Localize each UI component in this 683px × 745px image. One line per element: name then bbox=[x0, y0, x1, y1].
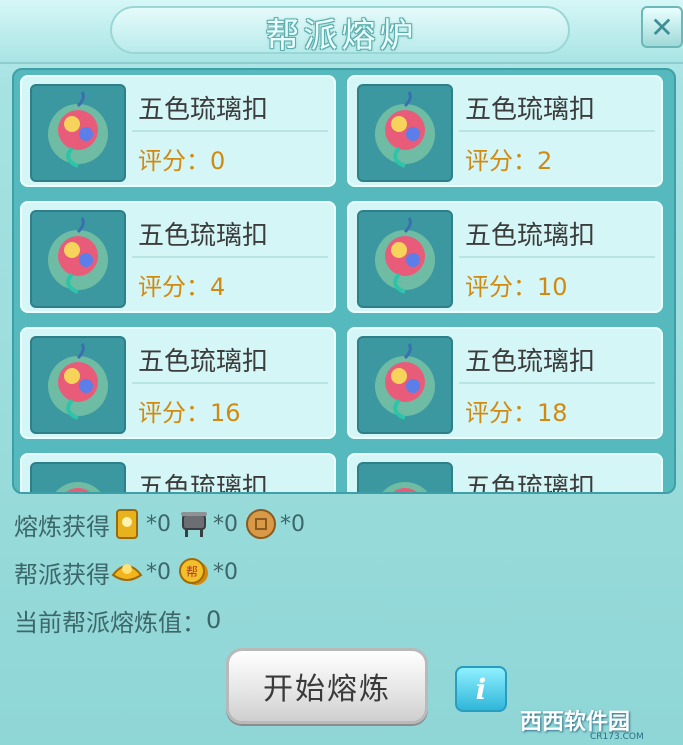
score-value: 4 bbox=[210, 273, 226, 301]
item-name: 五色琉璃扣 bbox=[138, 221, 269, 251]
token-icon bbox=[116, 509, 138, 539]
score-label: 评分： bbox=[138, 147, 210, 175]
reward-guild-coin: 帮 *0 bbox=[177, 555, 238, 589]
glass-charm-icon bbox=[30, 210, 126, 308]
score-label: 评分： bbox=[465, 399, 537, 427]
current-value: 0 bbox=[206, 606, 222, 634]
divider bbox=[459, 256, 655, 258]
item-score: 评分：18 bbox=[465, 393, 568, 428]
item-score: 评分：0 bbox=[138, 141, 225, 176]
reward-cauldron: *0 bbox=[177, 507, 238, 541]
list-item[interactable]: 五色琉璃扣 评分：0 bbox=[20, 75, 336, 187]
watermark-sub: CR173.COM bbox=[590, 732, 644, 742]
score-label: 评分： bbox=[138, 399, 210, 427]
reward-token: *0 bbox=[110, 507, 171, 541]
item-score: 评分：10 bbox=[465, 267, 568, 302]
gold-ingot-icon bbox=[111, 564, 143, 581]
score-value: 18 bbox=[537, 399, 568, 427]
current-smelt-value-row: 当前帮派熔炼值： 0 bbox=[14, 600, 221, 640]
score-label: 评分： bbox=[465, 147, 537, 175]
item-score: 评分：2 bbox=[465, 141, 552, 176]
glass-charm-icon bbox=[30, 462, 126, 492]
reward-qty: *0 bbox=[213, 559, 238, 585]
item-name: 五色琉璃扣 bbox=[138, 473, 269, 494]
svg-text:帮: 帮 bbox=[186, 565, 198, 579]
score-label: 评分： bbox=[465, 273, 537, 301]
item-name: 五色琉璃扣 bbox=[138, 95, 269, 125]
list-item[interactable]: 五色琉璃扣 评分：16 bbox=[20, 327, 336, 439]
glass-charm-icon bbox=[30, 84, 126, 182]
close-button[interactable]: ✕ bbox=[641, 6, 683, 48]
guild-rewards-row: 帮派获得 *0 帮 *0 bbox=[14, 552, 244, 592]
score-value: 0 bbox=[210, 147, 226, 175]
reward-qty: *0 bbox=[213, 511, 238, 537]
current-value-label: 当前帮派熔炼值： bbox=[14, 608, 206, 637]
reward-gold-ingot: *0 bbox=[110, 555, 171, 589]
reward-qty: *0 bbox=[146, 559, 171, 585]
list-item[interactable]: 五色琉璃扣 bbox=[20, 453, 336, 494]
score-value: 10 bbox=[537, 273, 568, 301]
item-score: 评分：16 bbox=[138, 393, 241, 428]
smelt-rewards-label: 熔炼获得 bbox=[14, 512, 110, 541]
item-name: 五色琉璃扣 bbox=[465, 347, 596, 377]
list-item[interactable]: 五色琉璃扣 评分：2 bbox=[347, 75, 663, 187]
glass-charm-icon bbox=[357, 84, 453, 182]
glass-charm-icon bbox=[357, 336, 453, 434]
divider bbox=[132, 382, 328, 384]
divider bbox=[132, 256, 328, 258]
guild-coin-icon: 帮 bbox=[179, 558, 208, 585]
title-bar: 帮派熔炉 ✕ bbox=[0, 0, 683, 64]
close-icon: ✕ bbox=[650, 10, 674, 44]
item-score: 评分：4 bbox=[138, 267, 225, 302]
score-value: 2 bbox=[537, 147, 553, 175]
item-name: 五色琉璃扣 bbox=[465, 221, 596, 251]
start-smelting-button[interactable]: 开始熔炼 bbox=[226, 648, 428, 724]
glass-charm-icon bbox=[357, 210, 453, 308]
glass-charm-icon bbox=[357, 462, 453, 492]
divider bbox=[459, 130, 655, 132]
list-item[interactable]: 五色琉璃扣 评分：4 bbox=[20, 201, 336, 313]
item-list[interactable]: 五色琉璃扣 评分：0 五色琉璃扣 评分：2 五色琉璃扣 评分：4 五色琉璃扣 评… bbox=[12, 68, 676, 494]
divider bbox=[132, 130, 328, 132]
score-label: 评分： bbox=[138, 273, 210, 301]
guild-rewards-label: 帮派获得 bbox=[14, 560, 110, 589]
item-name: 五色琉璃扣 bbox=[465, 473, 596, 494]
list-item[interactable]: 五色琉璃扣 评分：10 bbox=[347, 201, 663, 313]
list-item[interactable]: 五色琉璃扣 bbox=[347, 453, 663, 494]
info-button[interactable]: i bbox=[455, 666, 507, 712]
glass-charm-icon bbox=[30, 336, 126, 434]
cauldron-icon bbox=[181, 512, 207, 537]
reward-coin: *0 bbox=[244, 507, 305, 541]
list-item[interactable]: 五色琉璃扣 评分：18 bbox=[347, 327, 663, 439]
window-title: 帮派熔炉 bbox=[265, 16, 418, 56]
reward-qty: *0 bbox=[280, 511, 305, 537]
reward-qty: *0 bbox=[146, 511, 171, 537]
item-name: 五色琉璃扣 bbox=[138, 347, 269, 377]
coin-icon bbox=[246, 509, 276, 539]
smelt-rewards-row: 熔炼获得 *0 *0 *0 bbox=[14, 504, 311, 544]
score-value: 16 bbox=[210, 399, 241, 427]
guild-furnace-window: 帮派熔炉 ✕ 五色琉璃扣 评分：0 五色琉璃扣 评分：2 五色琉璃扣 评分：4 … bbox=[0, 0, 683, 745]
divider bbox=[459, 382, 655, 384]
item-name: 五色琉璃扣 bbox=[465, 95, 596, 125]
info-icon: i bbox=[475, 672, 487, 706]
